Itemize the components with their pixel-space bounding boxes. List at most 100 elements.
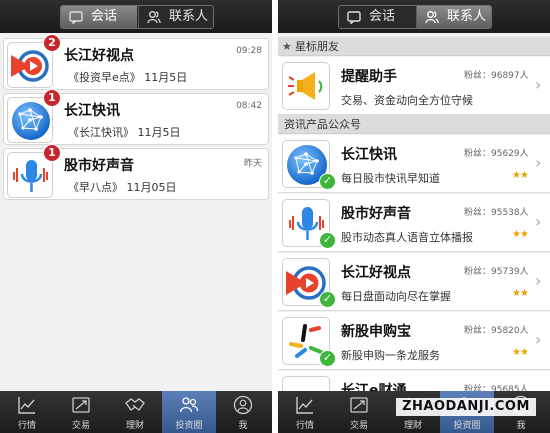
contact-item[interactable]: ✓ 长江快讯 粉丝：95629人 每日股市快讯早知道 ★★ › [278,135,550,193]
conversation-title: 长江好视点 [64,48,134,64]
conversation-list: 2 长江好视点 09:28 《投资早e点》 11月5日 1 长江快讯 08:42… [0,34,272,391]
person-icon [233,395,253,415]
contact-desc: 每日盘面动向尽在掌握 [341,290,451,303]
handshake-icon [125,398,145,411]
unread-badge: 2 [43,34,61,52]
contact-name: 提醒助手 [341,69,397,85]
tab-contacts-label: 联系人 [447,9,487,24]
contact-desc: 每日股市快讯早知道 [341,172,440,185]
chart-line-icon [18,397,35,414]
megaphone-logo-icon [282,62,330,110]
chart-line-icon [296,397,313,414]
screenshot-stage: 会话 联系人 2 长江好视点 09:28 《投资早e点》 11月5日 1 长江快… [0,0,550,433]
fans-count: 粉丝：95820人 [464,326,529,336]
contact-name: 长江好视点 [341,265,411,281]
chevron-right-icon: › [535,330,542,349]
contact-item[interactable]: ✓ 新股申购宝 粉丝：95820人 新股申购一条龙服务 ★★ › [278,312,550,370]
conversation-item[interactable]: 1 长江快讯 08:42 《长江快讯》 11月5日 [3,89,269,145]
contact-desc: 股市动态真人语音立体播报 [341,231,473,244]
rating-stars: ★★ [512,288,529,299]
segmented-tabs: 会话 联系人 [60,5,214,29]
verified-check-icon: ✓ [319,232,336,249]
nav-label: 我 [516,421,526,431]
contact-desc: 交易、资金动向全方位守候 [341,94,473,107]
rating-stars: ★★ [512,347,529,358]
unread-badge: 1 [43,144,61,162]
conversation-title: 长江快讯 [64,103,120,119]
fans-count: 粉丝：95629人 [464,149,529,159]
chevron-right-icon: › [535,212,542,231]
people-icon [179,397,199,413]
conversation-preview: 《投资早e点》 11月5日 [68,71,188,84]
chat-bubble-icon [69,11,83,24]
conversation-preview: 《早八点》 11月05日 [68,181,177,194]
nav-label: 投资圈 [175,421,203,431]
tab-chats-label: 会话 [91,9,118,24]
tab-chats[interactable]: 会话 [339,6,415,28]
nav-label: 理财 [403,421,422,431]
nav-label: 理财 [125,421,144,431]
nav-label: 投资圈 [453,421,481,431]
contacts-screen: 会话 联系人 ★ 星标朋友 提醒助手 粉丝：96897人 交易、资金动向全方位守… [278,0,550,433]
contacts-icon [425,11,439,24]
conversation-item[interactable]: 2 长江好视点 09:28 《投资早e点》 11月5日 [3,34,269,90]
section-header-starred: ★ 星标朋友 [278,37,550,56]
rating-stars: ★★ [512,170,529,181]
conversation-time: 09:28 [236,46,262,56]
tab-contacts[interactable]: 联系人 [138,6,213,28]
exchange-icon [350,397,368,413]
unread-badge: 1 [43,89,61,107]
nav-quotes[interactable]: 行情 [278,391,332,433]
verified-check-icon: ✓ [319,173,336,190]
nav-label: 交易 [349,421,368,431]
contact-item[interactable]: 提醒助手 粉丝：96897人 交易、资金动向全方位守候 › [278,57,550,115]
contact-item[interactable]: ✓ 股市好声音 粉丝：95538人 股市动态真人语音立体播报 ★★ › [278,194,550,252]
contact-item[interactable]: ✓ 长江好视点 粉丝：95739人 每日盘面动向尽在掌握 ★★ › [278,253,550,311]
nav-finance[interactable]: 理财 [108,391,162,433]
conversation-item[interactable]: 1 股市好声音 昨天 《早八点》 11月05日 [3,144,269,200]
chevron-right-icon: › [535,271,542,290]
nav-label: 行情 [295,421,314,431]
section-header-public: 资讯产品公众号 [278,115,550,134]
nav-me[interactable]: 我 [216,391,270,433]
nav-label: 交易 [71,421,90,431]
nav-trade[interactable]: 交易 [54,391,108,433]
chevron-right-icon: › [535,153,542,172]
section-title: 资讯产品公众号 [284,118,361,131]
section-title: 星标朋友 [295,40,339,53]
nav-label: 我 [238,421,248,431]
chat-bubble-icon [347,11,361,24]
conversation-time: 08:42 [236,101,262,111]
segmented-tabs: 会话 联系人 [338,5,492,29]
watermark: ZHAODANJI.COM [396,398,536,416]
contact-name: 股市好声音 [341,206,411,222]
fans-count: 粉丝：96897人 [464,71,529,81]
top-bar: 会话 联系人 [0,0,272,33]
rating-stars: ★★ [512,229,529,240]
fans-count: 粉丝：95739人 [464,267,529,277]
conversation-preview: 《长江快讯》 11月5日 [68,126,181,139]
exchange-icon [72,397,90,413]
verified-check-icon: ✓ [319,291,336,308]
contact-desc: 新股申购一条龙服务 [341,349,440,362]
star-icon: ★ [282,40,292,53]
fans-count: 粉丝：95538人 [464,208,529,218]
contact-name: 新股申购宝 [341,324,411,340]
tab-contacts[interactable]: 联系人 [416,6,491,28]
tab-contacts-label: 联系人 [169,9,209,24]
nav-trade[interactable]: 交易 [332,391,386,433]
chevron-right-icon: › [535,75,542,94]
bottom-nav: 行情 交易 理财 投资圈 我 [0,391,272,433]
tab-chats-label: 会话 [369,9,396,24]
verified-check-icon: ✓ [319,350,336,367]
conversation-title: 股市好声音 [64,158,134,174]
contact-name: 长江快讯 [341,147,397,163]
top-bar: 会话 联系人 [278,0,550,33]
nav-invest-circle[interactable]: 投资圈 [162,391,216,433]
tab-chats[interactable]: 会话 [61,6,137,28]
nav-quotes[interactable]: 行情 [0,391,54,433]
nav-label: 行情 [17,421,36,431]
conversation-time: 昨天 [243,159,262,169]
contacts-icon [147,11,161,24]
chats-screen: 会话 联系人 2 长江好视点 09:28 《投资早e点》 11月5日 1 长江快… [0,0,272,433]
